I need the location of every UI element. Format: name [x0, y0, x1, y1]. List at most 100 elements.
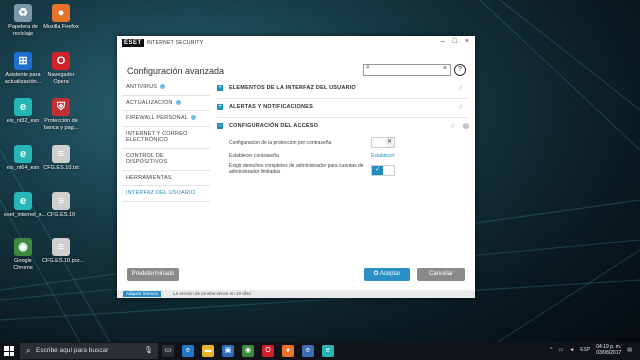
desktop-shortcut[interactable]: e eis_nt64_esn — [4, 145, 42, 172]
maximize-button[interactable]: □ — [453, 38, 457, 45]
sidebar-item-label: ACTUALIZACIÓN — [126, 99, 173, 106]
status-bar: Adquirir licencia La versión de prueba v… — [117, 290, 475, 298]
sidebar-item[interactable]: INTERFAZ DEL USUARIO — [122, 186, 210, 202]
default-button[interactable]: Predeterminado — [127, 268, 179, 281]
windows-start-icon[interactable] — [4, 346, 14, 356]
reset-icon[interactable]: ↺ — [458, 104, 463, 111]
language-indicator[interactable]: ESP — [580, 347, 590, 353]
edge-icon[interactable]: e — [182, 345, 194, 357]
cancel-button[interactable]: Cancelar — [417, 268, 465, 281]
close-button[interactable]: × — [465, 38, 469, 45]
info-icon[interactable] — [160, 84, 166, 90]
desktop-shortcut[interactable]: ● Mozilla Firefox — [42, 4, 80, 31]
expand-icon[interactable]: + — [217, 85, 223, 91]
network-icon[interactable]: ▭ — [559, 347, 564, 353]
firefox-icon: ● — [52, 4, 70, 22]
desktop-shortcut[interactable]: ⊞ Asistente para actualización... — [4, 52, 42, 85]
desktop-shortcut[interactable]: ♻ Papelera de reciclaje — [4, 4, 42, 37]
clear-search-icon[interactable]: × — [443, 65, 447, 72]
taskbar-apps: ▭ e ▬ ▣ ◉ O ● e e — [162, 345, 334, 357]
search-input[interactable] — [374, 65, 434, 75]
recycle-bin-icon: ♻ — [14, 4, 32, 22]
sidebar-item[interactable]: ACTUALIZACIÓN — [122, 96, 210, 111]
clock[interactable]: 04:19 p. m. 03/08/2017 — [596, 344, 621, 356]
search-box[interactable]: ⌕ × — [363, 64, 451, 76]
search-icon: ⌕ — [366, 64, 370, 71]
setting-row-admin-rights: Exigir derechos completos de administrad… — [217, 162, 469, 178]
desktop-shortcut[interactable]: ≡ CFG.ES.10.por... — [42, 238, 84, 265]
sidebar-item-label: INTERNET Y CORREO ELECTRÓNICO — [126, 130, 188, 144]
taskbar: ⌕ Escribe aquí para buscar 🎙 ▭ e ▬ ▣ ◉ O ● e e ^… — [0, 342, 640, 360]
eset-logo: ESET — [122, 39, 144, 47]
desktop-shortcut-label: eset_internet_s... — [4, 212, 47, 218]
collapse-icon[interactable]: − — [217, 123, 223, 129]
settings-content: + ELEMENTOS DE LA INTERFAZ DEL USUARIO ↺… — [217, 80, 469, 178]
sidebar-item[interactable]: CONTROL DE DISPOSITIVOS — [122, 149, 210, 171]
desktop-shortcut[interactable]: e eis_nt32_esn — [4, 98, 42, 125]
sidebar-item[interactable]: INTERNET Y CORREO ELECTRÓNICO — [122, 127, 210, 149]
desktop-shortcut-label: eis_nt64_esn — [6, 165, 40, 171]
opera-icon[interactable]: O — [262, 345, 274, 357]
settings-sidebar: ANTIVIRUS ACTUALIZACIÓN FIREWALL PERSONAL I… — [122, 80, 210, 202]
desktop-shortcut-label: Protección de banca y pag... — [43, 118, 79, 131]
volume-icon[interactable]: ◄ — [569, 347, 574, 353]
eset-icon[interactable]: e — [322, 345, 334, 357]
info-icon[interactable]: i — [463, 123, 469, 129]
desktop-shortcut-label: eis_nt32_esn — [6, 118, 40, 124]
setting-label: Exigir derechos completos de administrad… — [229, 163, 364, 175]
firefox-icon[interactable]: ● — [282, 345, 294, 357]
desktop-shortcut[interactable]: ◉ Google Chrome — [4, 238, 42, 271]
desktop-shortcut[interactable]: e eset_internet_s... — [4, 192, 47, 219]
set-password-link[interactable]: Establecer — [371, 153, 395, 159]
info-icon[interactable] — [175, 99, 181, 105]
opera-icon: O — [52, 52, 70, 70]
eset-installer-icon: e — [14, 145, 32, 163]
password-protection-toggle[interactable]: ✕ — [371, 137, 395, 148]
expand-icon[interactable]: + — [217, 104, 223, 110]
minimize-button[interactable]: – — [441, 38, 445, 45]
microphone-icon[interactable]: 🎙 — [144, 346, 153, 354]
info-icon[interactable] — [190, 115, 196, 121]
reset-icon[interactable]: ↺ — [458, 85, 463, 92]
sidebar-item-label: FIREWALL PERSONAL — [126, 115, 188, 121]
section-ui-elements[interactable]: + ELEMENTOS DE LA INTERFAZ DEL USUARIO ↺ — [217, 80, 469, 99]
notifications-icon[interactable]: ▤ — [627, 347, 632, 353]
taskbar-search-text: Escribe aquí para buscar — [36, 347, 109, 354]
reset-icon[interactable]: ↺ — [450, 123, 455, 130]
setting-label: Configuración de la protección por contr… — [229, 140, 332, 146]
explorer-icon[interactable]: e — [302, 345, 314, 357]
setting-label: Establecer contraseña — [229, 153, 279, 159]
taskbar-search[interactable]: ⌕ Escribe aquí para buscar 🎙 — [20, 343, 158, 359]
accept-button[interactable]: ✪ Aceptar — [364, 268, 410, 281]
admin-rights-toggle[interactable]: ✓ — [371, 165, 395, 176]
file-explorer-icon[interactable]: ▬ — [202, 345, 214, 357]
desktop-shortcut-label: Papelera de reciclaje — [8, 24, 38, 37]
chevron-up-icon[interactable]: ^ — [550, 347, 552, 353]
setting-row-password-protection: Configuración de la protección por contr… — [217, 136, 469, 149]
section-access[interactable]: − CONFIGURACIÓN DEL ACCESO ↺ i — [217, 118, 469, 136]
windows-update-icon: ⊞ — [14, 52, 32, 70]
page-title: Configuración avanzada — [127, 66, 225, 76]
desktop-shortcut[interactable]: ⛨ Protección de banca y pag... — [42, 98, 80, 131]
sidebar-item-label: HERRAMIENTAS — [126, 174, 172, 181]
help-button[interactable]: ? — [454, 64, 466, 76]
window-controls: – □ × — [441, 38, 469, 45]
desktop-shortcut-label: Asistente para actualización... — [4, 72, 42, 85]
store-icon[interactable]: ▣ — [222, 345, 234, 357]
section-title: CONFIGURACIÓN DEL ACCESO — [229, 123, 319, 129]
buy-license-link[interactable]: Adquirir licencia — [123, 291, 161, 297]
desktop-shortcut[interactable]: ≡ CFG.ES.10 — [42, 192, 80, 219]
product-name: INTERNET SECURITY — [146, 40, 204, 46]
toggle-on-icon: ✓ — [372, 166, 383, 175]
banking-protection-icon: ⛨ — [52, 98, 70, 116]
sidebar-item[interactable]: HERRAMIENTAS — [122, 171, 210, 186]
sidebar-item[interactable]: FIREWALL PERSONAL — [122, 111, 210, 127]
desktop-shortcut-label: Mozilla Firefox — [43, 24, 79, 30]
section-alerts[interactable]: + ALERTAS Y NOTIFICACIONES ↺ — [217, 99, 469, 118]
desktop-shortcut[interactable]: O Navegador Opera — [42, 52, 80, 85]
sidebar-item[interactable]: ANTIVIRUS — [122, 80, 210, 96]
brand: ESET INTERNET SECURITY — [122, 39, 203, 47]
chrome-icon[interactable]: ◉ — [242, 345, 254, 357]
task-view-icon[interactable]: ▭ — [162, 345, 174, 357]
desktop-shortcut[interactable]: ≡ CFG.ES.10.txt — [42, 145, 80, 172]
